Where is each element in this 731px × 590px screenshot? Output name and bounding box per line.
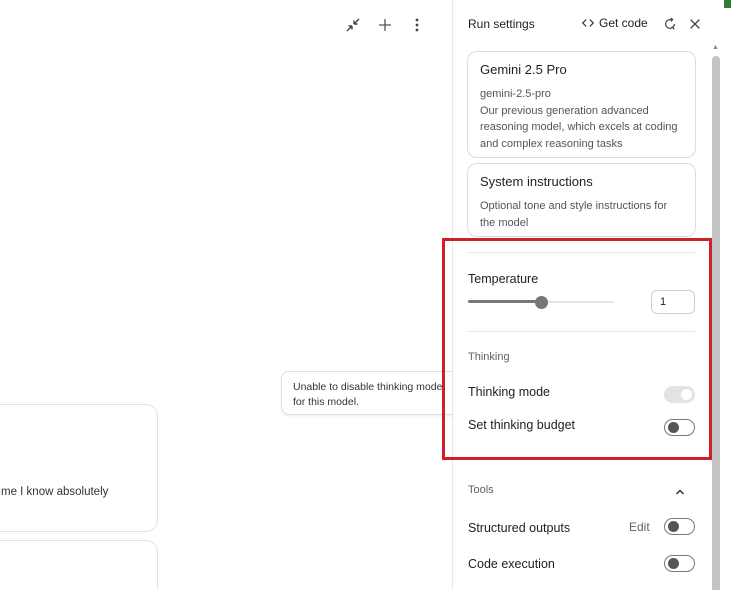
code-execution-label: Code execution <box>468 557 555 571</box>
temperature-slider[interactable] <box>468 296 614 309</box>
scroll-thumb[interactable] <box>712 56 720 590</box>
system-instructions-placeholder: Optional tone and style instructions for… <box>480 200 668 229</box>
main-area: me I know absolutely Unable to disable t… <box>0 0 461 590</box>
temperature-label: Temperature <box>468 272 539 286</box>
toggle-knob <box>668 422 679 433</box>
thinking-budget-label: Set thinking budget <box>468 418 576 432</box>
model-description: Our previous generation advanced reasoni… <box>480 104 678 150</box>
system-instructions-title: System instructions <box>480 174 593 189</box>
panel-header: Run settings Get code <box>453 0 731 46</box>
thinking-section-label: Thinking <box>468 351 510 363</box>
get-code-button[interactable]: Get code <box>581 16 648 30</box>
chat-message-text: me I know absolutely <box>1 486 109 498</box>
thinking-mode-toggle[interactable] <box>664 386 695 403</box>
top-actions <box>342 14 428 36</box>
thinking-tooltip: Unable to disable thinking mode for this… <box>281 371 461 415</box>
reset-icon[interactable] <box>661 15 679 33</box>
thinking-budget-toggle[interactable] <box>664 419 695 436</box>
structured-outputs-toggle[interactable] <box>664 518 695 535</box>
plus-icon[interactable] <box>374 14 396 36</box>
tools-section-label: Tools <box>468 484 494 496</box>
code-execution-toggle[interactable] <box>664 555 695 572</box>
chevron-up-icon[interactable] <box>672 484 688 500</box>
model-id: gemini-2.5-pro <box>480 88 551 100</box>
panel-title: Run settings <box>468 17 535 31</box>
structured-outputs-edit-link[interactable]: Edit <box>629 520 650 534</box>
slider-fill <box>468 300 541 303</box>
close-icon[interactable] <box>686 15 704 33</box>
thinking-mode-label: Thinking mode <box>468 385 550 399</box>
more-vert-icon[interactable] <box>406 14 428 36</box>
model-name: Gemini 2.5 Pro <box>480 62 567 77</box>
toggle-knob <box>668 558 679 569</box>
slider-thumb[interactable] <box>535 296 548 309</box>
system-instructions-card[interactable]: System instructions Optional tone and st… <box>467 163 696 237</box>
toggle-knob <box>681 388 692 400</box>
compress-icon[interactable] <box>342 14 364 36</box>
temperature-input[interactable] <box>651 290 695 314</box>
divider <box>467 252 695 253</box>
chat-message-card: me I know absolutely <box>0 404 158 532</box>
panel-scrollbar[interactable]: ▲ <box>711 44 720 590</box>
scroll-up-arrow-icon[interactable]: ▲ <box>711 44 720 52</box>
code-icon <box>581 19 595 27</box>
get-code-label: Get code <box>599 16 648 30</box>
structured-outputs-label: Structured outputs <box>468 521 571 535</box>
toggle-knob <box>668 521 679 532</box>
chat-message-card <box>0 540 158 590</box>
divider <box>467 331 695 332</box>
run-settings-panel: Run settings Get code ▲ Gemini 2.5 Pro g… <box>452 0 731 590</box>
model-selector-card[interactable]: Gemini 2.5 Pro gemini-2.5-pro Our previo… <box>467 51 696 158</box>
